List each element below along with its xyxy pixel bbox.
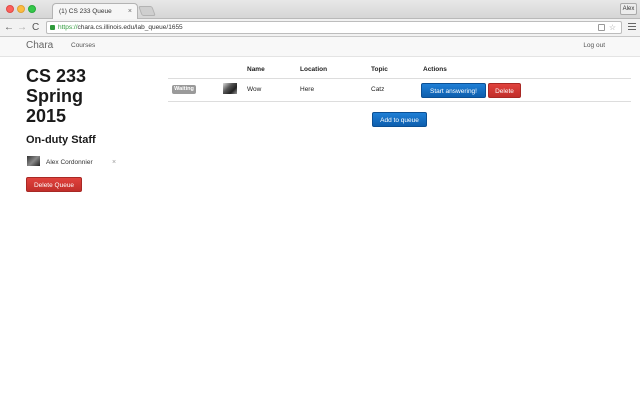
- staff-name: Alex Cordonnier: [46, 159, 93, 166]
- remove-staff-icon[interactable]: ×: [112, 159, 116, 166]
- student-avatar: [223, 83, 237, 94]
- browser-menu-icon[interactable]: [628, 23, 636, 32]
- delete-entry-button[interactable]: Delete: [488, 83, 521, 98]
- lock-icon: [50, 25, 55, 30]
- nav-courses-link[interactable]: Courses: [71, 42, 95, 49]
- window-close-button[interactable]: [6, 5, 14, 13]
- browser-tab[interactable]: (1) CS 233 Queue ×: [52, 3, 138, 19]
- logout-link[interactable]: Log out: [583, 42, 605, 49]
- forward-icon[interactable]: →: [17, 21, 27, 35]
- bookmark-star-icon[interactable]: ☆: [609, 22, 616, 34]
- brand-link[interactable]: Chara: [26, 40, 53, 51]
- url-path: chara.cs.illinois.edu/lab_queue/1655: [77, 24, 183, 31]
- browser-user-button[interactable]: Alex: [620, 3, 637, 15]
- column-header-name: Name: [247, 66, 265, 73]
- cell-topic: Catz: [371, 86, 385, 93]
- app-navbar: Chara Courses Log out: [0, 37, 640, 57]
- start-answering-button[interactable]: Start answering!: [421, 83, 486, 98]
- course-title-line: CS 233: [26, 66, 87, 86]
- on-duty-staff-heading: On-duty Staff: [26, 134, 96, 146]
- cell-name: Wow: [247, 86, 262, 93]
- address-bar[interactable]: https://chara.cs.illinois.edu/lab_queue/…: [46, 21, 622, 34]
- back-icon[interactable]: ←: [4, 21, 14, 35]
- add-to-queue-button[interactable]: Add to queue: [372, 112, 427, 127]
- table-divider: [168, 78, 631, 79]
- column-header-actions: Actions: [423, 66, 447, 73]
- delete-queue-button[interactable]: Delete Queue: [26, 177, 82, 192]
- course-title-line: Spring: [26, 86, 83, 106]
- tab-close-icon[interactable]: ×: [128, 4, 132, 19]
- staff-avatar: [27, 156, 40, 166]
- url-scheme: https://: [58, 24, 78, 31]
- window-minimize-button[interactable]: [17, 5, 25, 13]
- course-title: CS 233 Spring 2015: [26, 66, 146, 126]
- browser-tab-bar: (1) CS 233 Queue × Alex: [0, 0, 640, 19]
- reload-icon[interactable]: C: [32, 21, 39, 35]
- extension-icon[interactable]: [598, 24, 605, 31]
- column-header-topic: Topic: [371, 66, 388, 73]
- browser-toolbar: ← → C https://chara.cs.illinois.edu/lab_…: [0, 19, 640, 37]
- window-zoom-button[interactable]: [28, 5, 36, 13]
- status-badge: Waiting: [172, 85, 196, 94]
- course-title-line: 2015: [26, 106, 67, 126]
- tab-title: (1) CS 233 Queue: [59, 8, 112, 15]
- new-tab-button[interactable]: [138, 6, 156, 16]
- table-divider: [168, 101, 631, 102]
- column-header-location: Location: [300, 66, 328, 73]
- cell-location: Here: [300, 86, 315, 93]
